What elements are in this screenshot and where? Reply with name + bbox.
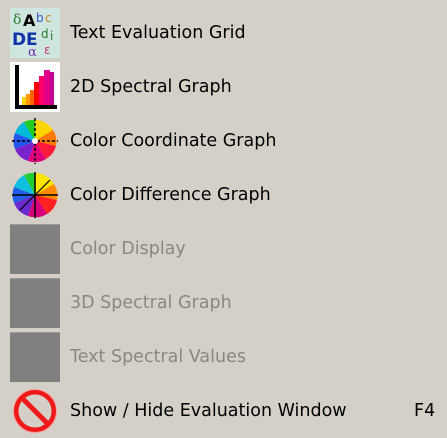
menu-item-label: 3D Spectral Graph <box>70 293 232 313</box>
svg-text:c: c <box>45 11 52 25</box>
svg-text:d: d <box>41 27 49 41</box>
menu-item-label: 2D Spectral Graph <box>70 77 232 97</box>
menu-item-2d-spectral-graph[interactable]: 2D Spectral Graph <box>0 60 447 114</box>
svg-text:A: A <box>23 11 36 30</box>
color-coordinate-graph-icon <box>10 116 60 166</box>
context-menu: δ A b c D E d i α ε Text Evaluation Grid <box>0 0 447 438</box>
menu-item-color-display[interactable]: Color Display <box>0 222 447 276</box>
spectral-graph-2d-icon <box>10 62 60 112</box>
spectral-graph-3d-icon <box>10 278 60 328</box>
menu-item-color-coordinate-graph[interactable]: Color Coordinate Graph <box>0 114 447 168</box>
menu-item-label: Color Difference Graph <box>70 185 271 205</box>
menu-item-show-hide-evaluation-window[interactable]: Show / Hide Evaluation Window F4 <box>0 384 447 438</box>
svg-text:D: D <box>12 30 26 50</box>
svg-text:δ: δ <box>13 12 21 28</box>
menu-item-3d-spectral-graph[interactable]: 3D Spectral Graph <box>0 276 447 330</box>
menu-item-label: Color Display <box>70 239 186 259</box>
text-evaluation-grid-icon: δ A b c D E d i α ε <box>10 8 60 58</box>
menu-item-text-spectral-values[interactable]: Text Spectral Values <box>0 330 447 384</box>
menu-item-label: Text Spectral Values <box>70 347 246 367</box>
menu-item-label: Show / Hide Evaluation Window <box>70 401 347 421</box>
svg-text:i: i <box>50 29 53 43</box>
svg-text:ε: ε <box>44 43 51 57</box>
svg-text:α: α <box>28 45 37 58</box>
text-spectral-values-icon <box>10 332 60 382</box>
menu-item-label: Text Evaluation Grid <box>70 23 246 43</box>
menu-item-label: Color Coordinate Graph <box>70 131 277 151</box>
no-entry-icon <box>10 386 60 436</box>
color-difference-graph-icon <box>10 170 60 220</box>
color-display-icon <box>10 224 60 274</box>
menu-item-color-difference-graph[interactable]: Color Difference Graph <box>0 168 447 222</box>
menu-item-text-evaluation-grid[interactable]: δ A b c D E d i α ε Text Evaluation Grid <box>0 6 447 60</box>
shortcut-label: F4 <box>414 401 436 421</box>
svg-text:b: b <box>36 11 44 25</box>
